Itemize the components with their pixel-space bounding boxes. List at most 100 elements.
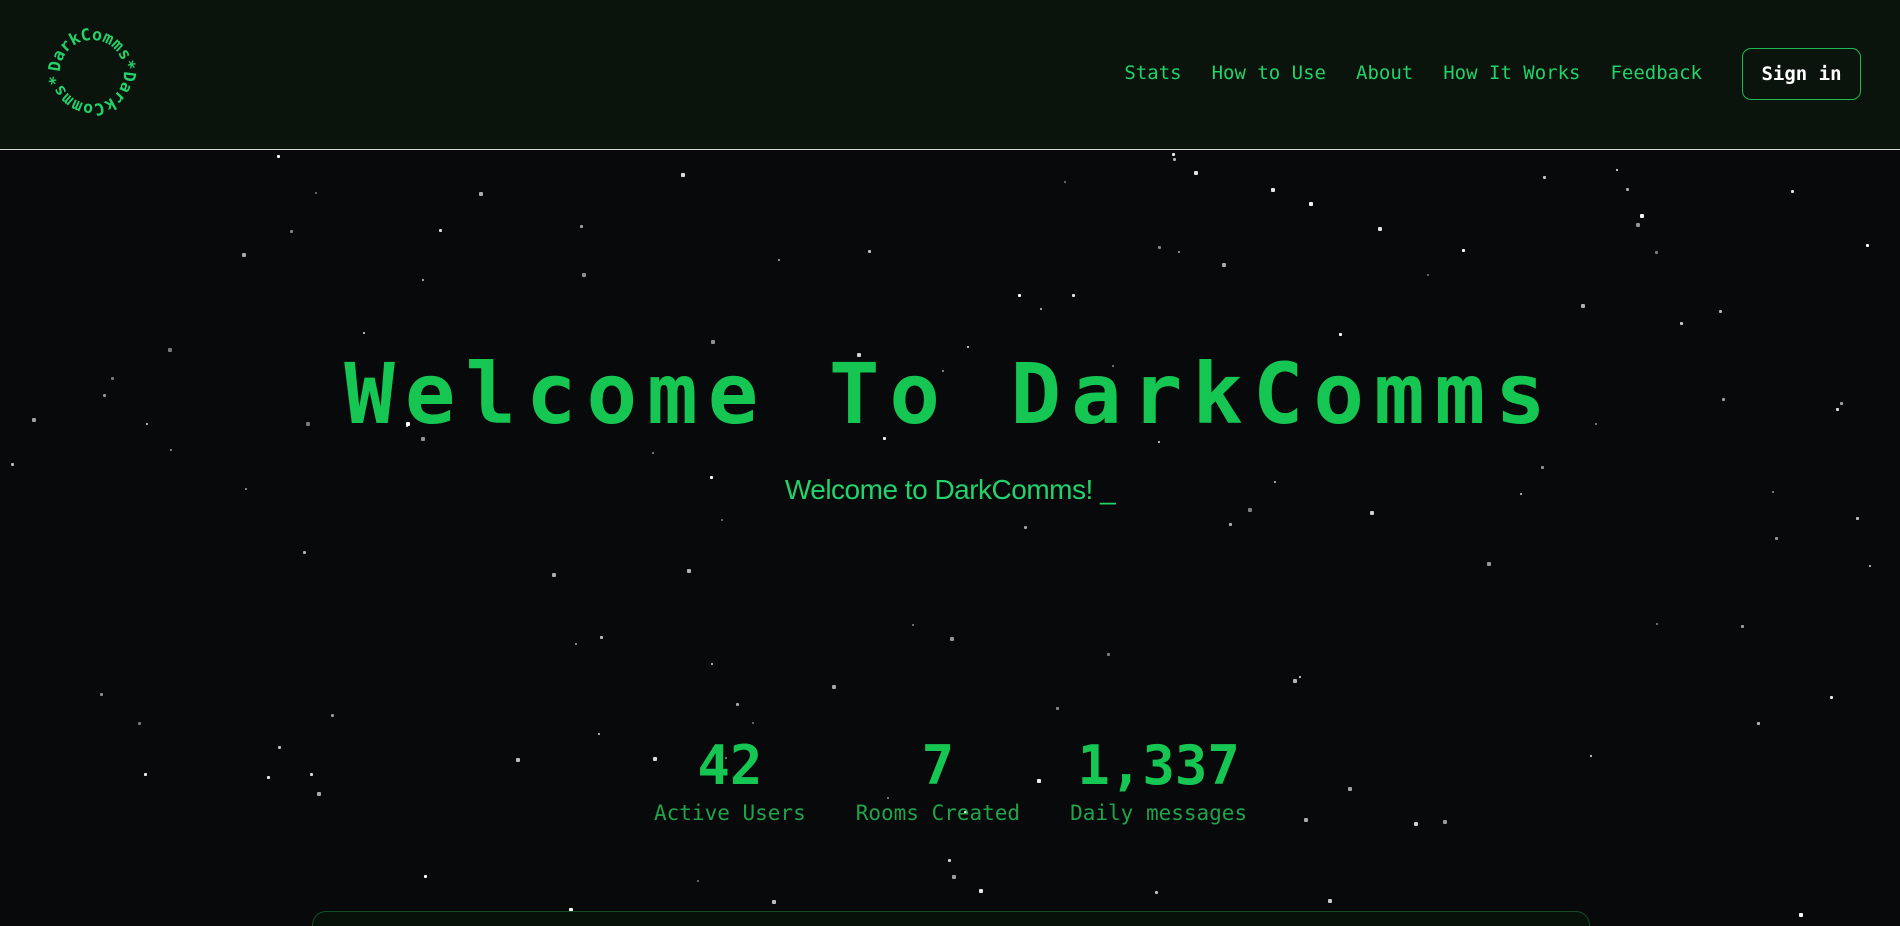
star <box>144 773 147 776</box>
star <box>687 569 691 573</box>
star <box>1229 523 1232 526</box>
star <box>1656 623 1658 625</box>
star <box>138 722 141 725</box>
star <box>1348 787 1352 791</box>
nav-link-feedback[interactable]: Feedback <box>1610 62 1702 84</box>
star <box>315 192 317 194</box>
star <box>652 452 654 454</box>
star <box>1775 537 1778 540</box>
star <box>580 225 583 228</box>
star <box>1339 333 1342 336</box>
star <box>952 875 956 879</box>
star <box>1581 304 1585 308</box>
star <box>772 900 776 904</box>
hero-subtitle-text: Welcome to DarkComms! <box>784 474 1093 505</box>
star <box>100 693 103 696</box>
star <box>424 875 427 878</box>
stat-value: 1,337 <box>1077 734 1240 797</box>
stat-label: Daily messages <box>1070 800 1248 825</box>
star <box>1072 294 1075 297</box>
star <box>1056 707 1059 710</box>
star <box>479 192 483 196</box>
star <box>948 859 951 862</box>
star <box>1299 676 1301 678</box>
star <box>1869 565 1871 567</box>
star <box>242 253 246 257</box>
content-panel-edge <box>312 911 1590 926</box>
star <box>1414 822 1418 826</box>
star <box>1799 913 1803 917</box>
stat-label: Active Users <box>654 800 806 825</box>
star <box>681 173 685 177</box>
star <box>1309 202 1313 206</box>
star <box>1636 223 1640 227</box>
star <box>711 663 713 665</box>
star <box>303 551 306 554</box>
nav-links: Stats How to Use About How It Works Feed… <box>1124 62 1702 84</box>
star <box>1655 251 1658 254</box>
star <box>1293 679 1297 683</box>
star <box>832 685 836 689</box>
star <box>1222 263 1226 267</box>
star <box>711 340 715 344</box>
sign-in-button[interactable]: Sign in <box>1742 48 1861 100</box>
star <box>1590 755 1592 757</box>
star <box>868 250 871 253</box>
star <box>1155 891 1158 894</box>
star <box>1719 310 1722 313</box>
stat-value: 42 <box>697 734 763 797</box>
stat-daily-messages: 1,337 Daily messages <box>1070 734 1248 825</box>
star <box>1487 562 1491 566</box>
nav-link-stats[interactable]: Stats <box>1124 62 1181 84</box>
star <box>1866 244 1869 247</box>
star <box>1443 820 1447 824</box>
star <box>552 573 556 577</box>
star <box>278 746 281 749</box>
nav-link-about[interactable]: About <box>1356 62 1413 84</box>
star <box>979 889 983 893</box>
star <box>721 519 723 521</box>
stat-value: 7 <box>921 734 955 797</box>
star <box>1543 176 1546 179</box>
nav-link-how-to-use[interactable]: How to Use <box>1212 62 1326 84</box>
star <box>778 259 780 261</box>
logo-ring-icon: DarkComms*DarkComms* <box>46 26 138 118</box>
star <box>277 155 280 158</box>
stats-section: 42 Active Users 7 Rooms Created 1,337 Da… <box>654 734 1248 825</box>
star <box>1178 251 1180 253</box>
star <box>1064 181 1066 183</box>
star <box>1024 526 1027 529</box>
star <box>1640 214 1644 218</box>
star <box>752 722 754 724</box>
star <box>1462 249 1465 252</box>
stat-label: Rooms Created <box>855 800 1021 825</box>
hero-subtitle: Welcome to DarkComms! _ <box>0 474 1900 506</box>
nav-link-how-it-works[interactable]: How It Works <box>1443 62 1580 84</box>
star <box>1107 653 1110 656</box>
star <box>1271 188 1275 192</box>
darkcomms-logo[interactable]: DarkComms*DarkComms* <box>46 26 138 118</box>
star <box>1194 171 1198 175</box>
stat-active-users: 42 Active Users <box>654 734 806 825</box>
star <box>1830 696 1833 699</box>
star <box>1541 466 1544 469</box>
star <box>331 714 334 717</box>
star <box>600 636 603 639</box>
star <box>1626 188 1629 191</box>
star <box>1172 153 1175 156</box>
star <box>267 776 270 779</box>
star <box>439 229 442 232</box>
hero-title: Welcome To DarkComms <box>344 345 1556 443</box>
star <box>1370 511 1374 515</box>
star <box>290 230 293 233</box>
star <box>575 643 577 645</box>
star <box>912 624 914 626</box>
star <box>363 332 365 334</box>
navbar: DarkComms*DarkComms* Stats How to Use Ab… <box>0 0 1900 150</box>
star <box>950 637 954 641</box>
star <box>697 880 699 882</box>
star <box>582 273 586 277</box>
star <box>310 773 313 776</box>
star <box>1680 322 1683 325</box>
star <box>516 758 520 762</box>
